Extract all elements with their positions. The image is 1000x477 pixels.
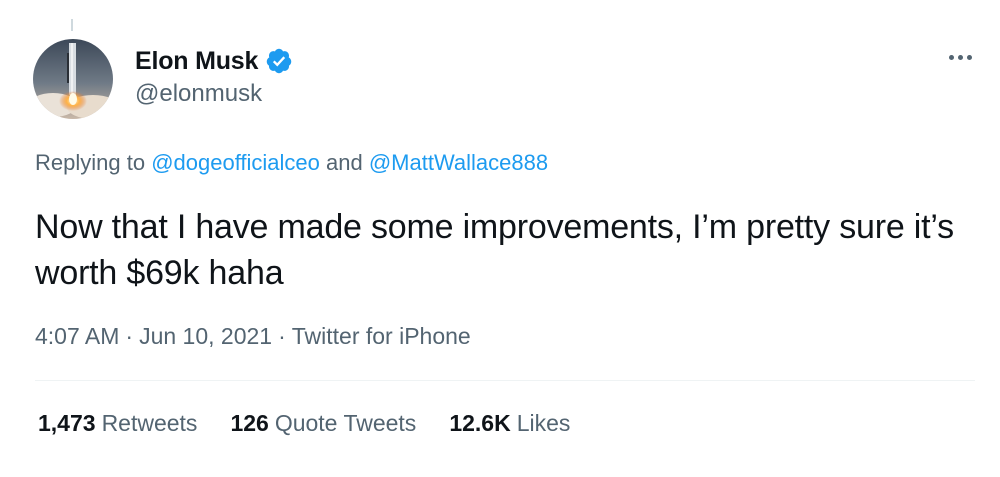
author-name-row: Elon Musk [135,44,293,78]
tweet-stats: 1,473 Retweets 126 Quote Tweets 12.6K Likes [38,410,570,437]
tweet-meta: 4:07 AM · Jun 10, 2021 · Twitter for iPhone [35,323,471,350]
reply-mention-dogeofficialceo[interactable]: @dogeofficialceo [151,150,320,175]
meta-separator: · [278,323,286,349]
replying-to-line: Replying to @dogeofficialceo and @MattWa… [35,150,548,176]
quote-tweets-label: Quote Tweets [274,410,417,436]
meta-separator: · [125,323,134,349]
author-display-name[interactable]: Elon Musk [135,47,258,76]
replying-conjunction: and [319,150,369,175]
likes-label: Likes [516,410,571,436]
quote-tweets-stat[interactable]: 126 Quote Tweets [230,410,416,437]
replying-prefix: Replying to [35,150,152,175]
tweet-card: Elon Musk @elonmusk Replying to @dogeoff… [0,0,1000,477]
more-options-icon[interactable] [938,42,982,72]
retweets-count: 1,473 [38,410,96,436]
tweet-text: Now that I have made some improvements, … [35,208,954,292]
retweets-label: Retweets [101,410,198,436]
rocket-launch-avatar-icon [33,39,113,119]
retweets-stat[interactable]: 1,473 Retweets [38,410,197,437]
quote-tweets-count: 126 [230,410,269,436]
tweet-date[interactable]: Jun 10, 2021 [139,323,272,349]
divider [35,380,975,381]
tweet-source[interactable]: Twitter for iPhone [292,323,471,349]
tweet-time[interactable]: 4:07 AM [35,323,119,349]
likes-count: 12.6K [449,410,511,436]
reply-mention-mattwallace888[interactable]: @MattWallace888 [369,150,548,175]
thread-line [71,19,73,31]
avatar[interactable] [33,39,113,119]
likes-stat[interactable]: 12.6K Likes [449,410,570,437]
more-dot [957,54,963,60]
more-dot [966,54,972,60]
more-dot [948,54,954,60]
verified-badge-icon [265,47,293,75]
author-handle[interactable]: @elonmusk [135,80,262,108]
